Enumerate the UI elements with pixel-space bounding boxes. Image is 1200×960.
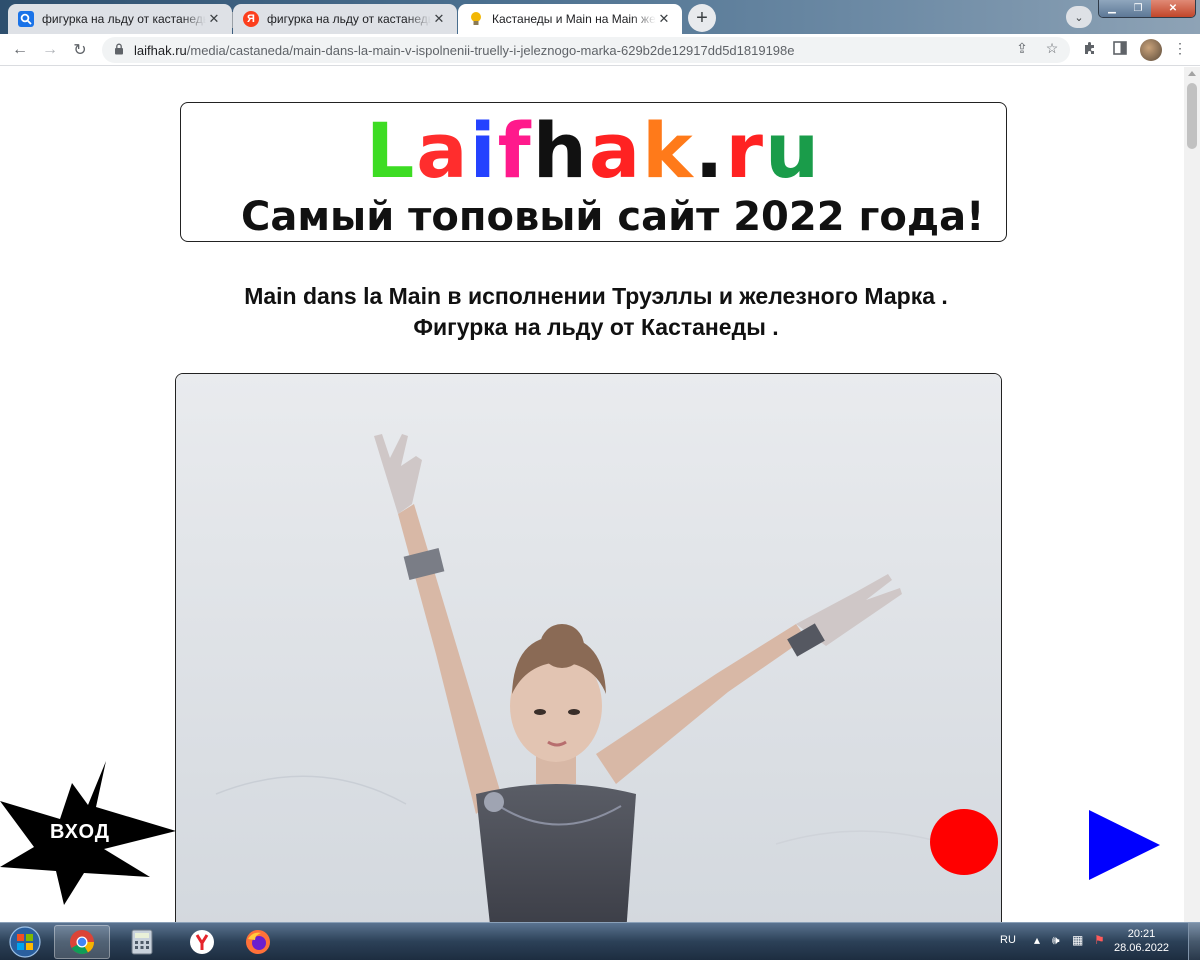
headline-line-1: Main dans la Main в исполнении Труэллы и…	[244, 283, 948, 309]
browser-toolbar: ← → ↻ laifhak.ru/media/castaneda/main-da…	[0, 34, 1200, 66]
minimize-button[interactable]: ▁	[1099, 0, 1125, 17]
new-tab-button[interactable]: +	[688, 4, 716, 32]
side-panel-icon[interactable]	[1110, 38, 1130, 58]
address-bar[interactable]: laifhak.ru/media/castaneda/main-dans-la-…	[102, 37, 1070, 63]
login-label: ВХОД	[50, 821, 111, 843]
tray-expand-icon[interactable]: ▴	[1034, 933, 1040, 947]
firefox-icon	[246, 930, 270, 954]
bookmark-star-icon[interactable]: ☆	[1042, 38, 1062, 58]
profile-avatar[interactable]	[1140, 39, 1162, 61]
taskbar-yandex-browser[interactable]	[174, 925, 230, 959]
page-viewport: Laifhak.ru Самый топовый сайт 2022 года!…	[0, 67, 1184, 922]
scrollbar-thumb[interactable]	[1187, 83, 1197, 149]
search-icon	[18, 11, 34, 27]
tab-close-icon[interactable]: ✕	[431, 11, 447, 27]
scroll-up-arrow-icon[interactable]	[1188, 71, 1196, 76]
taskbar-calculator[interactable]	[114, 925, 170, 959]
tab-title: Кастанеды и Main на Main желе	[492, 12, 656, 26]
logo-letter: .	[694, 106, 726, 195]
login-button[interactable]: ВХОД	[0, 761, 176, 905]
forward-button[interactable]: →	[38, 38, 62, 62]
flag-alert-icon[interactable]: ⚑	[1094, 933, 1105, 947]
maximize-button[interactable]: ❐	[1125, 0, 1151, 17]
figure-skater-illustration	[176, 374, 1001, 922]
tab-search-results-2[interactable]: Я фигурка на льду от кастанеды я ✕	[233, 4, 457, 34]
logo-letter: a	[588, 106, 643, 195]
logo-letter: i	[469, 106, 498, 195]
play-next-button[interactable]	[1089, 810, 1160, 880]
volume-icon[interactable]: 🕪	[1052, 933, 1060, 948]
close-window-button[interactable]: ✕	[1151, 0, 1195, 17]
share-icon[interactable]: ⇪	[1012, 38, 1032, 58]
back-button[interactable]: ←	[8, 38, 32, 62]
logo-letter: k	[642, 106, 695, 195]
page-scrollbar[interactable]	[1184, 67, 1200, 922]
windows-taskbar: RU ▴ 🕪 ▦ ⚑ 20:21 28.06.2022	[0, 922, 1200, 960]
taskbar-chrome[interactable]	[54, 925, 110, 959]
article-headline: Main dans la Main в исполнении Труэллы и…	[180, 281, 1012, 343]
headline-line-2: Фигурка на льду от Кастанеды .	[413, 314, 779, 340]
url-path: /media/castaneda/main-dans-la-main-v-isp…	[186, 42, 795, 58]
lightbulb-icon	[468, 11, 484, 27]
tab-current-page[interactable]: Кастанеды и Main на Main желе ✕	[458, 4, 682, 34]
language-indicator[interactable]: RU	[1000, 934, 1016, 946]
calculator-icon	[131, 929, 153, 955]
logo-letter: r	[725, 106, 766, 195]
yandex-icon: Я	[243, 11, 259, 27]
chrome-icon	[70, 930, 94, 955]
reload-button[interactable]: ↻	[68, 38, 92, 62]
network-icon[interactable]: ▦	[1072, 933, 1083, 947]
system-tray: RU ▴ 🕪 ▦ ⚑ 20:21 28.06.2022	[990, 923, 1200, 960]
clock-date: 28.06.2022	[1114, 942, 1170, 954]
tab-search-button[interactable]: ⌄	[1066, 6, 1092, 28]
tab-title: фигурка на льду от кастанеды я	[42, 12, 206, 26]
logo-letter: u	[765, 106, 822, 195]
start-button[interactable]	[2, 924, 48, 960]
logo-letter: h	[532, 106, 589, 195]
logo-letter: f	[497, 106, 533, 195]
taskbar-firefox[interactable]	[230, 925, 286, 959]
tab-search-results-1[interactable]: фигурка на льду от кастанеды я ✕	[8, 4, 232, 34]
article-photo	[175, 373, 1002, 922]
url-host: laifhak.ru	[134, 42, 187, 58]
window-controls: ▁ ❐ ✕	[1098, 0, 1196, 18]
menu-kebab-icon[interactable]: ⋮	[1170, 38, 1190, 58]
record-button[interactable]	[930, 809, 998, 875]
window-titlebar: фигурка на льду от кастанеды я ✕ Я фигур…	[0, 0, 1200, 34]
yandex-browser-icon	[190, 930, 214, 954]
clock-time: 20:21	[1127, 928, 1156, 940]
tab-close-icon[interactable]: ✕	[656, 11, 672, 27]
site-logo: Laifhak.ru	[181, 103, 1006, 199]
show-desktop-button[interactable]	[1188, 923, 1200, 960]
tray-clock[interactable]: 20:21 28.06.2022	[1114, 927, 1169, 955]
tab-close-icon[interactable]: ✕	[206, 11, 222, 27]
logo-letter: L	[365, 106, 417, 195]
logo-letter: a	[416, 106, 470, 195]
site-tagline: Самый топовый сайт 2022 года!	[241, 194, 985, 240]
tab-title: фигурка на льду от кастанеды я	[267, 12, 431, 26]
extensions-icon[interactable]	[1080, 38, 1100, 58]
site-banner[interactable]: Laifhak.ru Самый топовый сайт 2022 года!	[180, 102, 1007, 242]
lock-icon[interactable]	[114, 43, 124, 58]
